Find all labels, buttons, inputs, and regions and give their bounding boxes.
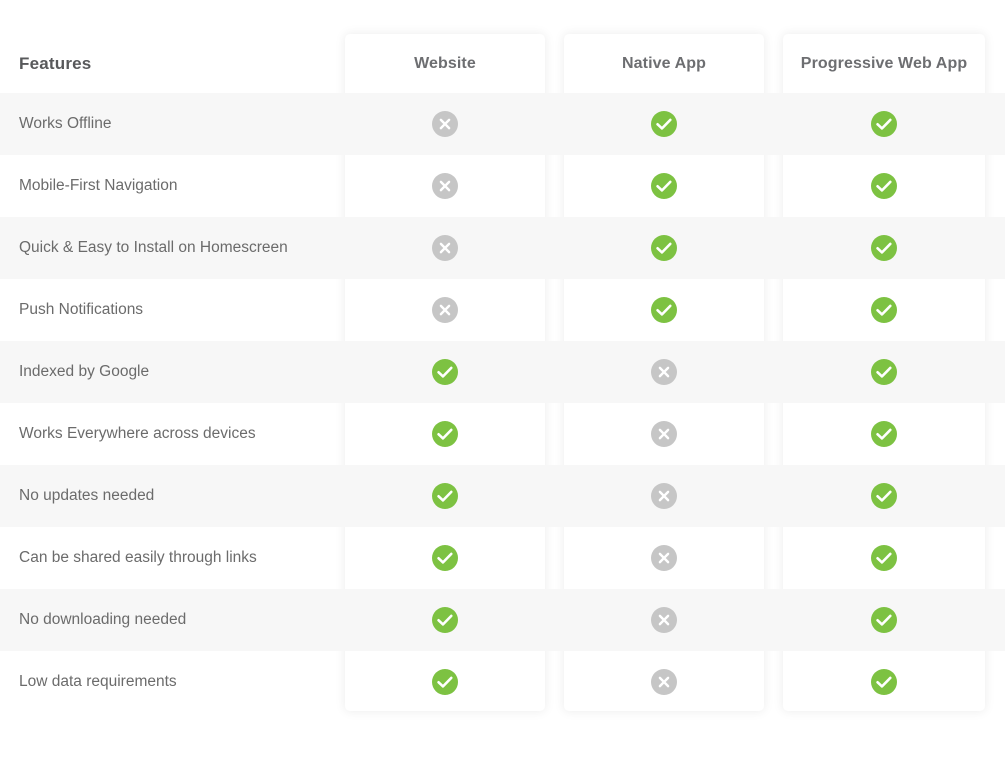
check-circle-icon [432, 483, 458, 509]
feature-label: Low data requirements [19, 673, 177, 690]
table-cell [783, 465, 985, 527]
table-row: Low data requirements [0, 651, 1005, 713]
table-cell [564, 93, 764, 155]
cross-circle-icon [651, 545, 677, 571]
check-circle-icon [651, 235, 677, 261]
check-circle-icon [651, 173, 677, 199]
table-row: Push Notifications [0, 279, 1005, 341]
cross-circle-icon [651, 421, 677, 447]
table-cell [783, 217, 985, 279]
table-cell [783, 589, 985, 651]
table-cell [564, 651, 764, 713]
table-row: No downloading needed [0, 589, 1005, 651]
table-cell [564, 279, 764, 341]
table-row: Works Offline [0, 93, 1005, 155]
feature-label: Indexed by Google [19, 363, 150, 380]
table-cell [345, 279, 545, 341]
table-cell [345, 93, 545, 155]
check-circle-icon [871, 297, 897, 323]
check-circle-icon [871, 235, 897, 261]
feature-label: Push Notifications [19, 301, 144, 318]
table-cell [564, 527, 764, 589]
check-circle-icon [651, 297, 677, 323]
table-cell [783, 341, 985, 403]
feature-comparison-table: Features Website Native App Progressive … [0, 0, 1005, 757]
check-circle-icon [871, 173, 897, 199]
table-row: Can be shared easily through links [0, 527, 1005, 589]
table-cell [345, 651, 545, 713]
feature-label: No updates needed [19, 487, 155, 504]
table-header-row: Features Website Native App Progressive … [0, 34, 1005, 93]
table-cell [564, 217, 764, 279]
cross-circle-icon [432, 111, 458, 137]
table-cell [783, 527, 985, 589]
check-circle-icon [432, 669, 458, 695]
table-cell [783, 403, 985, 465]
table-cell [345, 527, 545, 589]
feature-label: Mobile-First Navigation [19, 177, 178, 194]
table-cell [345, 403, 545, 465]
table-cell [345, 341, 545, 403]
cross-circle-icon [432, 235, 458, 261]
check-circle-icon [871, 111, 897, 137]
table-cell [564, 341, 764, 403]
check-circle-icon [871, 545, 897, 571]
table-cell [345, 465, 545, 527]
check-circle-icon [651, 111, 677, 137]
check-circle-icon [871, 421, 897, 447]
check-circle-icon [432, 607, 458, 633]
feature-label: Works Offline [19, 115, 112, 132]
check-circle-icon [871, 483, 897, 509]
check-circle-icon [871, 607, 897, 633]
features-column-header: Features [19, 54, 92, 73]
table-row: Mobile-First Navigation [0, 155, 1005, 217]
column-header-website: Website [414, 55, 476, 72]
table-row: Indexed by Google [0, 341, 1005, 403]
table-cell [345, 589, 545, 651]
check-circle-icon [432, 545, 458, 571]
feature-label: Quick & Easy to Install on Homescreen [19, 239, 288, 256]
table-row: No updates needed [0, 465, 1005, 527]
cross-circle-icon [432, 297, 458, 323]
check-circle-icon [871, 359, 897, 385]
table-cell [783, 155, 985, 217]
table-cell [345, 155, 545, 217]
column-header-progressive-web-app: Progressive Web App [800, 55, 968, 72]
table-row: Works Everywhere across devices [0, 403, 1005, 465]
feature-label: No downloading needed [19, 611, 187, 628]
feature-label: Works Everywhere across devices [19, 425, 256, 442]
column-header-native-app: Native App [622, 55, 706, 72]
table-cell [564, 465, 764, 527]
cross-circle-icon [651, 483, 677, 509]
table-cell [783, 279, 985, 341]
check-circle-icon [432, 359, 458, 385]
table-cell [345, 217, 545, 279]
cross-circle-icon [651, 607, 677, 633]
feature-label: Can be shared easily through links [19, 549, 257, 566]
table-row: Quick & Easy to Install on Homescreen [0, 217, 1005, 279]
table-cell [564, 155, 764, 217]
table-cell [564, 589, 764, 651]
table-cell [783, 651, 985, 713]
check-circle-icon [871, 669, 897, 695]
cross-circle-icon [651, 359, 677, 385]
table-cell [783, 93, 985, 155]
table-cell [564, 403, 764, 465]
cross-circle-icon [432, 173, 458, 199]
check-circle-icon [432, 421, 458, 447]
cross-circle-icon [651, 669, 677, 695]
